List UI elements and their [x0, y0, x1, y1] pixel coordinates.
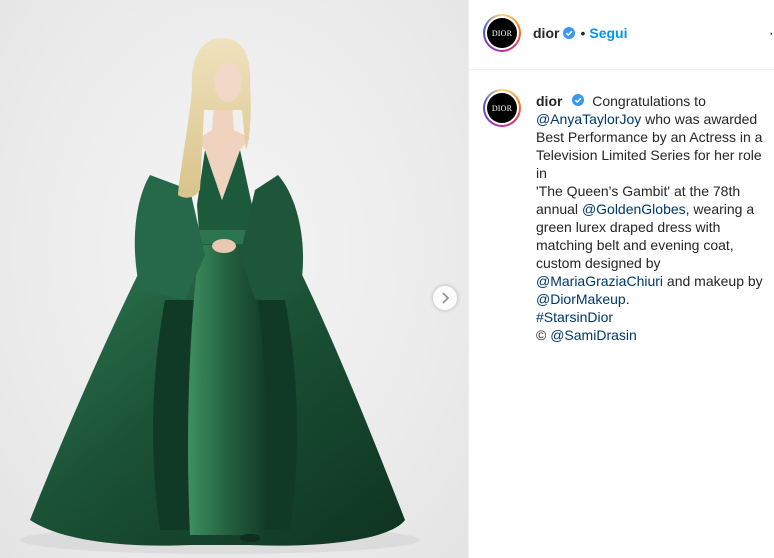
caption-text-segment: annual — [536, 201, 582, 217]
mention-link[interactable]: @SamiDrasin — [550, 327, 637, 343]
post-side-panel: DIOR dior • Segui ⋯ DIOR dior — [468, 0, 774, 558]
verified-badge-icon — [563, 27, 576, 39]
caption-text-segment: green lurex draped dress with — [536, 219, 721, 235]
mention-link[interactable]: @GoldenGlobes — [582, 201, 686, 217]
username-link[interactable]: dior — [533, 24, 559, 42]
caption-text-segment: Congratulations to — [592, 93, 706, 109]
hashtag-link[interactable]: #StarsinDior — [536, 309, 613, 325]
caption-verified-badge-icon — [572, 94, 585, 106]
caption-story-ring[interactable]: DIOR — [483, 89, 521, 127]
face — [214, 62, 242, 102]
caption-text-segment: © — [536, 327, 551, 343]
caption-text-segment: , wearing a — [685, 201, 755, 217]
caption-username-link[interactable]: dior — [536, 93, 562, 109]
caption-line: matching belt and evening coat, — [536, 236, 774, 254]
caption-line: @MariaGraziaChiuri and makeup by — [536, 272, 774, 290]
caption-text-segment: custom designed by — [536, 255, 661, 271]
caption-line: Television Limited Series for her role i… — [536, 146, 774, 182]
account-avatar: DIOR — [487, 18, 517, 48]
caption-line: custom designed by — [536, 254, 774, 272]
caption-text-segment: matching belt and evening coat, — [536, 237, 734, 253]
caption-text-segment: Television Limited Series for her role i… — [536, 147, 762, 181]
mention-link[interactable]: @AnyaTaylorJoy — [536, 111, 641, 127]
caption-line: #StarsinDior — [536, 308, 774, 326]
caption-line: Best Performance by an Actress in a — [536, 128, 774, 146]
header-line: dior • Segui — [533, 24, 627, 42]
post-photo — [20, 38, 420, 554]
mention-link[interactable]: @DiorMakeup — [536, 291, 626, 307]
caption-line: @AnyaTaylorJoy who was awarded — [536, 110, 774, 128]
caption-line: Congratulations to — [592, 93, 706, 109]
caption-avatar: DIOR — [487, 93, 517, 123]
next-photo-button[interactable] — [433, 286, 457, 310]
post-media[interactable] — [0, 0, 468, 558]
caption-line: green lurex draped dress with — [536, 218, 774, 236]
caption-text-segment: . — [625, 291, 630, 307]
more-options-icon[interactable]: ⋯ — [769, 24, 774, 42]
caption-text-segment: and makeup by — [663, 273, 763, 289]
caption-text-segment: who was awarded — [641, 111, 758, 127]
caption-line: annual @GoldenGlobes, wearing a — [536, 200, 774, 218]
separator-dot: • — [580, 25, 586, 41]
story-ring[interactable]: DIOR — [483, 14, 521, 52]
chevron-right-icon — [442, 292, 450, 304]
caption-text-segment: Best Performance by an Actress in a — [536, 129, 763, 145]
post-header: DIOR dior • Segui ⋯ — [469, 0, 774, 70]
hands — [212, 239, 236, 253]
follow-button[interactable]: Segui — [589, 24, 627, 42]
caption-text: dior Congratulations to @AnyaTaylorJoy wh… — [536, 92, 774, 344]
caption-text-segment: 'The Queen's Gambit' at the 78th — [536, 183, 741, 199]
caption-line: @DiorMakeup. — [536, 290, 774, 308]
mention-link[interactable]: @MariaGraziaChiuri — [536, 273, 663, 289]
caption-line: 'The Queen's Gambit' at the 78th — [536, 182, 774, 200]
caption-line: © @SamiDrasin — [536, 326, 774, 344]
shoe — [240, 534, 260, 542]
